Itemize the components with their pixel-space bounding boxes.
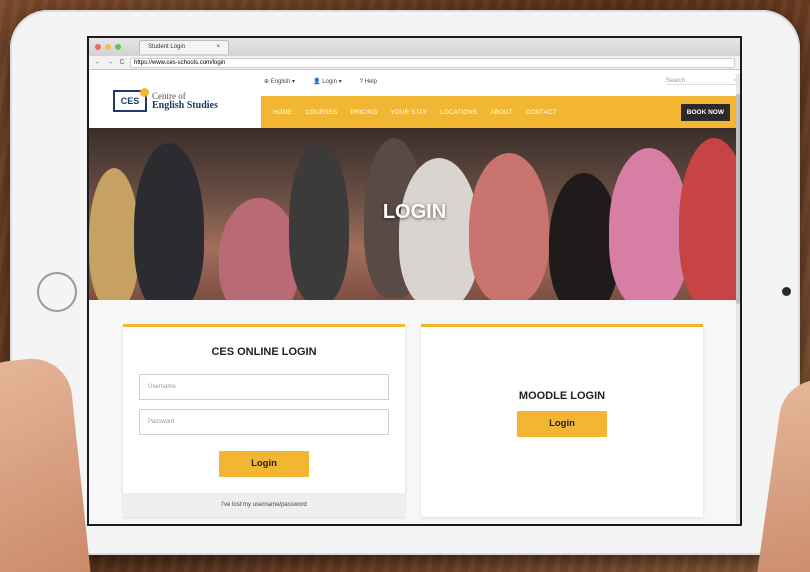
browser-tab-title: Student Login — [148, 44, 186, 50]
address-url: https://www.ces-schools.com/login — [134, 59, 226, 66]
browser-address-row: ← → C https://www.ces-schools.com/login — [89, 56, 740, 70]
hero-photo-person — [609, 148, 689, 300]
logo-line-2: English Studies — [152, 99, 218, 111]
language-label: English — [270, 79, 291, 85]
logo-text: Centre of English Studies — [152, 91, 218, 111]
window-zoom-dot[interactable] — [115, 44, 121, 50]
nav-your-stay[interactable]: YOUR STAY — [391, 109, 428, 116]
window-minimize-dot[interactable] — [105, 44, 111, 50]
nav-about[interactable]: ABOUT — [490, 109, 512, 116]
language-selector[interactable]: ⊕ English ▾ — [264, 78, 295, 85]
nav-pricing[interactable]: PRICING — [350, 109, 377, 116]
nav-contact[interactable]: CONTACT — [526, 109, 557, 116]
username-field[interactable]: Username — [139, 374, 389, 400]
back-icon[interactable]: ← — [94, 59, 102, 66]
logo-line-1: Centre of — [152, 90, 186, 101]
search-placeholder: Search — [666, 78, 686, 84]
tablet-camera — [782, 287, 791, 296]
moodle-login-panel: MOODLE LOGIN Login — [421, 324, 703, 517]
ces-login-button[interactable]: Login — [219, 451, 309, 477]
nav-locations[interactable]: LOCATIONS — [440, 109, 477, 116]
page-title: LOGIN — [382, 201, 447, 223]
close-tab-icon[interactable]: × — [216, 41, 220, 54]
help-link[interactable]: ? Help — [360, 79, 377, 85]
password-field[interactable]: Password — [139, 409, 389, 435]
main-navbar: HOME COURSES PRICING YOUR STAY LOCATIONS… — [261, 96, 740, 128]
browser-tab[interactable]: Student Login × — [139, 40, 229, 54]
utility-bar: ⊕ English ▾ 👤 Login ▾ ? Help Search › — [264, 73, 740, 90]
nav-home[interactable]: HOME — [273, 109, 292, 116]
ces-login-panel: CES ONLINE LOGIN Username Password Login… — [123, 324, 405, 517]
ces-login-heading: CES ONLINE LOGIN — [211, 346, 317, 358]
login-content: CES ONLINE LOGIN Username Password Login… — [89, 300, 740, 524]
reload-icon[interactable]: C — [118, 59, 126, 66]
login-dropdown[interactable]: 👤 Login ▾ — [313, 78, 342, 85]
nav-courses[interactable]: COURSES — [305, 109, 337, 116]
forgot-credentials-link[interactable]: I've lost my username/password — [123, 493, 405, 517]
tablet-screen: Student Login × ← → C https://www.ces-sc… — [87, 36, 742, 526]
site-search-input[interactable]: Search › — [666, 78, 736, 85]
scrollbar-thumb[interactable] — [736, 94, 740, 304]
forward-icon[interactable]: → — [106, 59, 114, 66]
logo-mark-icon: CES — [113, 87, 149, 112]
help-label: Help — [364, 78, 377, 85]
moodle-login-button[interactable]: Login — [517, 411, 607, 437]
hero-photo-person — [89, 168, 139, 300]
hero-banner: LOGIN — [89, 128, 740, 300]
window-close-dot[interactable] — [95, 44, 101, 50]
hero-photo-person — [469, 153, 549, 300]
browser-tab-bar: Student Login × — [89, 38, 740, 56]
login-label: Login — [322, 79, 337, 85]
address-bar[interactable]: https://www.ces-schools.com/login — [130, 57, 735, 68]
moodle-login-heading: MOODLE LOGIN — [518, 390, 606, 402]
book-now-button[interactable]: BOOK NOW — [680, 103, 730, 121]
tablet-home-button — [37, 272, 77, 312]
page-scrollbar[interactable] — [736, 74, 740, 524]
hero-photo-person — [399, 158, 479, 300]
site-logo[interactable]: CES Centre of English Studies — [103, 73, 261, 128]
